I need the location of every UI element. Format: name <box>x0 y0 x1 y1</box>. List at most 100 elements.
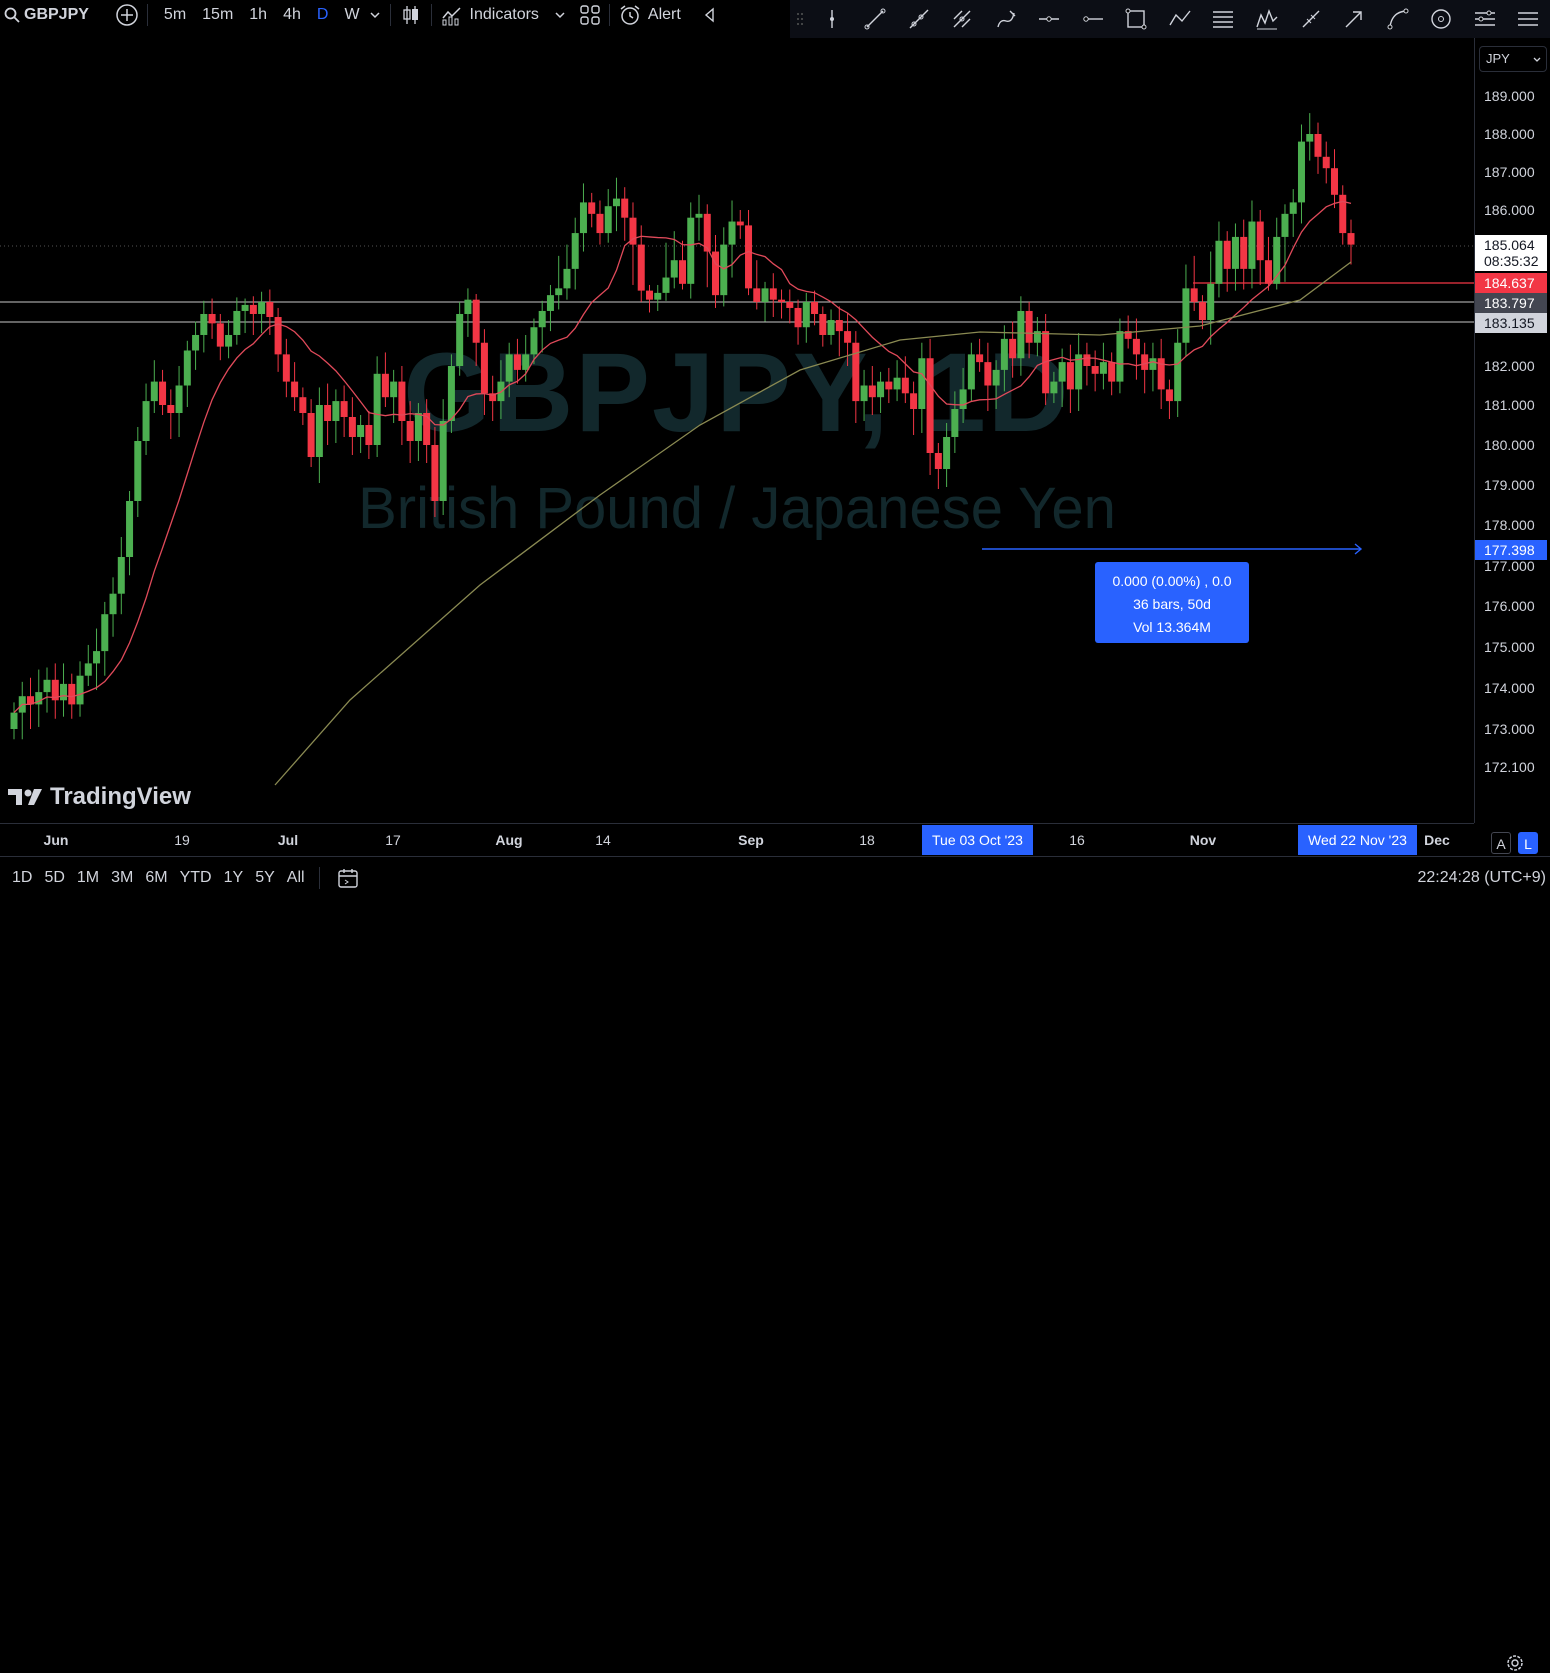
log-scale-button[interactable]: L <box>1518 832 1538 854</box>
current-price-tag: 185.064 08:35:32 <box>1475 235 1547 271</box>
range-3m[interactable]: 3M <box>105 869 139 887</box>
brush-tool[interactable] <box>984 4 1028 34</box>
range-1d[interactable]: 1D <box>6 869 38 887</box>
indicators-dropdown-button[interactable] <box>553 0 567 30</box>
candle-body <box>332 401 340 421</box>
trend-line-tool[interactable] <box>853 4 897 34</box>
timeframe-dropdown-button[interactable] <box>368 0 382 30</box>
alert-clock-icon <box>620 5 640 25</box>
candle-body <box>1339 194 1347 234</box>
range-1y[interactable]: 1Y <box>218 869 250 887</box>
candle-body <box>266 301 274 318</box>
price-tick: 176.000 <box>1484 598 1535 614</box>
measure-change: 0.000 (0.00%) , 0.0 <box>1112 573 1232 589</box>
tradingview-logo[interactable]: TradingView <box>8 783 191 811</box>
candle-body <box>1314 134 1322 157</box>
pitchfork-tool[interactable] <box>940 4 984 34</box>
circle-tool[interactable] <box>1419 4 1463 34</box>
time-label: 16 <box>1069 832 1085 848</box>
drag-handle[interactable] <box>790 4 810 34</box>
arc-tool[interactable] <box>1376 4 1420 34</box>
candle-body <box>910 393 918 409</box>
candle-body <box>745 225 753 289</box>
more-tools[interactable] <box>1507 4 1550 34</box>
time-label: Nov <box>1189 832 1217 848</box>
chevron-down-icon <box>555 12 565 19</box>
indicators-button[interactable]: Indicators <box>440 0 539 30</box>
measure-bars: 36 bars, 50d <box>1133 596 1211 612</box>
pattern-tool[interactable] <box>1245 4 1289 34</box>
candle-body <box>423 413 431 445</box>
utc-clock[interactable]: 22:24:28 (UTC+9) <box>1417 869 1546 887</box>
path-tool[interactable] <box>1158 4 1202 34</box>
chevron-down-icon <box>1533 57 1541 62</box>
candle-body <box>893 377 901 390</box>
candle-body <box>530 327 538 355</box>
candle-body <box>1330 168 1338 195</box>
timeframe-w[interactable]: W <box>336 0 367 30</box>
arrow-tool[interactable] <box>1332 4 1376 34</box>
candle-body <box>472 299 480 343</box>
timeframe-d[interactable]: D <box>309 0 337 30</box>
horizontal-line-tool[interactable] <box>1071 4 1115 34</box>
time-scale[interactable]: Jun 19 Jul 17 Aug 14 Sep 18 16 Nov Dec T… <box>0 823 1523 1671</box>
time-label: 17 <box>385 832 401 848</box>
timeframe-4h[interactable]: 4h <box>275 0 309 30</box>
candle-body <box>901 377 909 394</box>
candle-body <box>769 288 777 300</box>
rectangle-tool[interactable] <box>1115 4 1159 34</box>
timeframe-1h[interactable]: 1h <box>241 0 275 30</box>
timeframe-5m[interactable]: 5m <box>156 0 194 30</box>
price-tick: 181.000 <box>1484 397 1535 413</box>
candle-body <box>447 366 455 421</box>
tradingview-logo-icon <box>8 789 42 805</box>
candle-body <box>101 614 109 652</box>
candle-body <box>1091 366 1099 374</box>
auto-scale-button[interactable]: A <box>1491 832 1511 854</box>
range-1m[interactable]: 1M <box>71 869 105 887</box>
ma-fast-price-tag: 184.637 <box>1475 273 1547 293</box>
separator <box>389 4 391 26</box>
chart-type-button[interactable] <box>399 0 423 30</box>
symbol-search[interactable]: GBPJPY <box>0 0 89 30</box>
timeframe-15m[interactable]: 15m <box>194 0 241 30</box>
candle-body <box>522 354 530 370</box>
range-6m[interactable]: 6M <box>139 869 173 887</box>
rectangle-icon <box>1125 8 1147 30</box>
candle-body <box>357 425 365 437</box>
horizontal-line-icon <box>1083 16 1103 22</box>
time-label: Dec <box>1424 832 1450 848</box>
horizontal-ray-tool[interactable] <box>1028 4 1072 34</box>
range-5y[interactable]: 5Y <box>249 869 281 887</box>
candles-icon <box>402 6 418 24</box>
price-tick: 182.000 <box>1484 358 1535 374</box>
indicators-label: Indicators <box>469 6 539 23</box>
add-symbol-button[interactable] <box>115 0 139 30</box>
ray-tool[interactable] <box>897 4 941 34</box>
settings-icon[interactable] <box>1505 1653 1525 1673</box>
measure-tool[interactable] <box>1289 4 1333 34</box>
candle-body <box>1165 389 1173 402</box>
candle-body <box>1108 362 1116 382</box>
price-tick: 179.000 <box>1484 477 1535 493</box>
alert-label: Alert <box>647 6 681 23</box>
alert-button[interactable]: Alert <box>618 0 681 30</box>
candle-body <box>1017 310 1025 359</box>
price-scale[interactable]: JPY 189.000 188.000 187.000 186.000 182.… <box>1474 38 1550 854</box>
currency-select[interactable]: JPY <box>1479 46 1547 72</box>
range-ytd[interactable]: YTD <box>174 869 218 887</box>
range-5d[interactable]: 5D <box>38 869 70 887</box>
symbol-name: GBPJPY <box>24 6 89 23</box>
list-settings-tool[interactable] <box>1463 4 1507 34</box>
candle-body <box>1083 354 1091 366</box>
range-all[interactable]: All <box>281 869 311 887</box>
chart-pane[interactable]: GBPJPY, 1D British Pound / Japanese Yen … <box>0 38 1474 823</box>
candle-body <box>918 358 926 409</box>
layout-button[interactable] <box>579 0 601 30</box>
trend-line-icon <box>864 8 886 30</box>
separator <box>146 4 148 26</box>
fib-levels-tool[interactable] <box>1202 4 1246 34</box>
collapse-toolbar-button[interactable] <box>703 0 717 30</box>
date-range-button[interactable] <box>336 863 360 893</box>
cursor-line-tool[interactable] <box>810 4 854 34</box>
